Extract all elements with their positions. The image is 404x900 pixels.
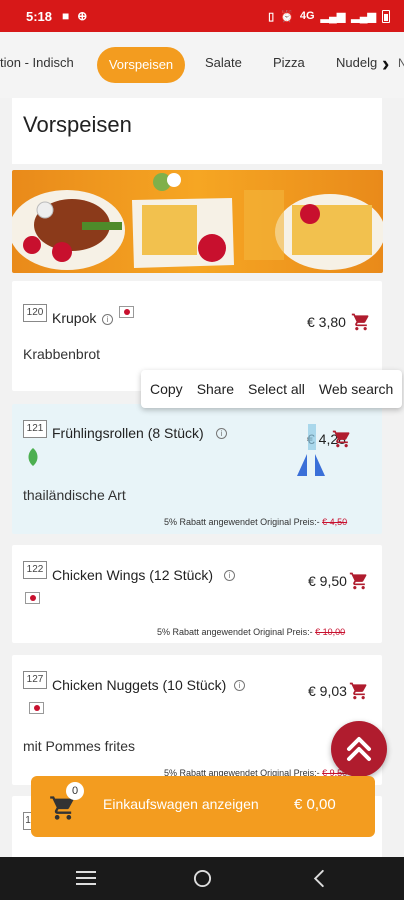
- add-to-cart-icon[interactable]: [350, 312, 372, 332]
- show-cart-button[interactable]: 0 Einkaufswagen anzeigen € 0,00: [31, 776, 375, 837]
- vibrate-icon: ▯: [268, 10, 275, 23]
- tab-next-fragment-icon: N: [398, 56, 404, 70]
- item-number: 121: [23, 420, 47, 438]
- chevron-right-icon[interactable]: ›: [382, 51, 389, 77]
- app-notification-icon: ⊕: [77, 9, 88, 23]
- section-title: Vorspeisen: [23, 112, 132, 137]
- flag-icon: [29, 702, 44, 714]
- original-price: € 10,00: [315, 627, 346, 637]
- flag-icon: [119, 306, 134, 318]
- cart-count-badge: 0: [66, 782, 84, 800]
- cart-label: Einkaufswagen anzeigen: [103, 796, 259, 812]
- item-title: Chicken Wings (12 Stück): [52, 567, 214, 583]
- copy-menu-item[interactable]: Copy: [150, 381, 183, 397]
- category-banner-image: [12, 170, 383, 273]
- menu-item-card[interactable]: 121 Frühlingsrollen (8 Stück) i € 4,28 t…: [12, 404, 382, 534]
- item-number: 127: [23, 671, 47, 689]
- menu-item-card[interactable]: 127 Chicken Nuggets (10 Stück) i € 9,03 …: [12, 655, 382, 785]
- discount-text: 5% Rabatt angewendet Original Preis:-: [164, 517, 320, 527]
- info-icon[interactable]: i: [102, 314, 113, 325]
- section-header: Vorspeisen: [12, 98, 382, 164]
- category-tabs: tion - Indisch Vorspeisen Salate Pizza N…: [0, 32, 404, 98]
- item-description: thailändische Art: [23, 487, 126, 503]
- signal-icon-2: ▂▄▆: [351, 10, 376, 23]
- discount-text: 5% Rabatt angewendet Original Preis:-: [157, 627, 313, 637]
- item-title: Frühlingsrollen (8 Stück): [52, 425, 204, 441]
- discount-note: 5% Rabatt angewendet Original Preis:- € …: [164, 517, 347, 527]
- menu-item-card[interactable]: 122 Chicken Wings (12 Stück) i € 9,50 5%…: [12, 545, 382, 643]
- status-time: 5:18: [26, 8, 53, 24]
- info-icon[interactable]: i: [234, 680, 245, 691]
- web-search-menu-item[interactable]: Web search: [319, 381, 393, 397]
- status-bar: 5:18 ■ ⊕ ▯ ⏰ 4G ▂▄▆ ▂▄▆: [0, 0, 404, 32]
- item-title: Chicken Nuggets (10 Stück): [52, 677, 227, 693]
- item-number: 122: [23, 561, 47, 579]
- tab-nudelgerichte[interactable]: Nudelg: [336, 55, 382, 70]
- double-chevron-up-icon: [347, 737, 371, 761]
- tab-vorspeisen[interactable]: Vorspeisen: [97, 47, 185, 83]
- scroll-to-top-button[interactable]: [331, 721, 387, 777]
- flag-icon: [25, 592, 40, 604]
- item-price: € 9,03: [308, 683, 347, 699]
- tab-indisch[interactable]: tion - Indisch: [0, 55, 74, 70]
- tab-salate[interactable]: Salate: [205, 55, 242, 70]
- text-selection-handles-icon[interactable]: [295, 424, 327, 476]
- home-icon[interactable]: [193, 869, 212, 888]
- discount-note: 5% Rabatt angewendet Original Preis:- € …: [157, 627, 345, 637]
- battery-icon: [382, 9, 390, 23]
- alarm-icon: ⏰: [280, 10, 294, 23]
- item-description: mit Pommes frites: [23, 738, 136, 754]
- vegetarian-leaf-icon: [28, 448, 38, 466]
- text-selection-context-menu: Copy Share Select all Web search: [141, 370, 402, 408]
- cart-total: € 0,00: [294, 796, 336, 813]
- notification-icon: ■: [62, 9, 70, 23]
- share-menu-item[interactable]: Share: [197, 381, 234, 397]
- select-all-menu-item[interactable]: Select all: [248, 381, 305, 397]
- item-description: Krabbenbrot: [23, 346, 101, 362]
- original-price: € 4,50: [322, 517, 348, 527]
- info-icon[interactable]: i: [216, 428, 227, 439]
- signal-icon: ▂▄▆: [320, 10, 346, 23]
- item-price: € 3,80: [307, 314, 346, 330]
- system-nav-bar: [0, 857, 404, 900]
- add-to-cart-icon[interactable]: [331, 429, 353, 449]
- network-label: 4G: [299, 10, 315, 22]
- item-title: Krupok: [52, 310, 97, 326]
- add-to-cart-icon[interactable]: [348, 681, 370, 701]
- tab-pizza[interactable]: Pizza: [273, 55, 305, 70]
- info-icon[interactable]: i: [224, 570, 235, 581]
- item-price: € 9,50: [308, 573, 347, 589]
- recent-apps-icon[interactable]: [76, 870, 96, 887]
- back-icon[interactable]: [312, 869, 326, 888]
- item-number: 120: [23, 304, 47, 322]
- add-to-cart-icon[interactable]: [348, 571, 370, 591]
